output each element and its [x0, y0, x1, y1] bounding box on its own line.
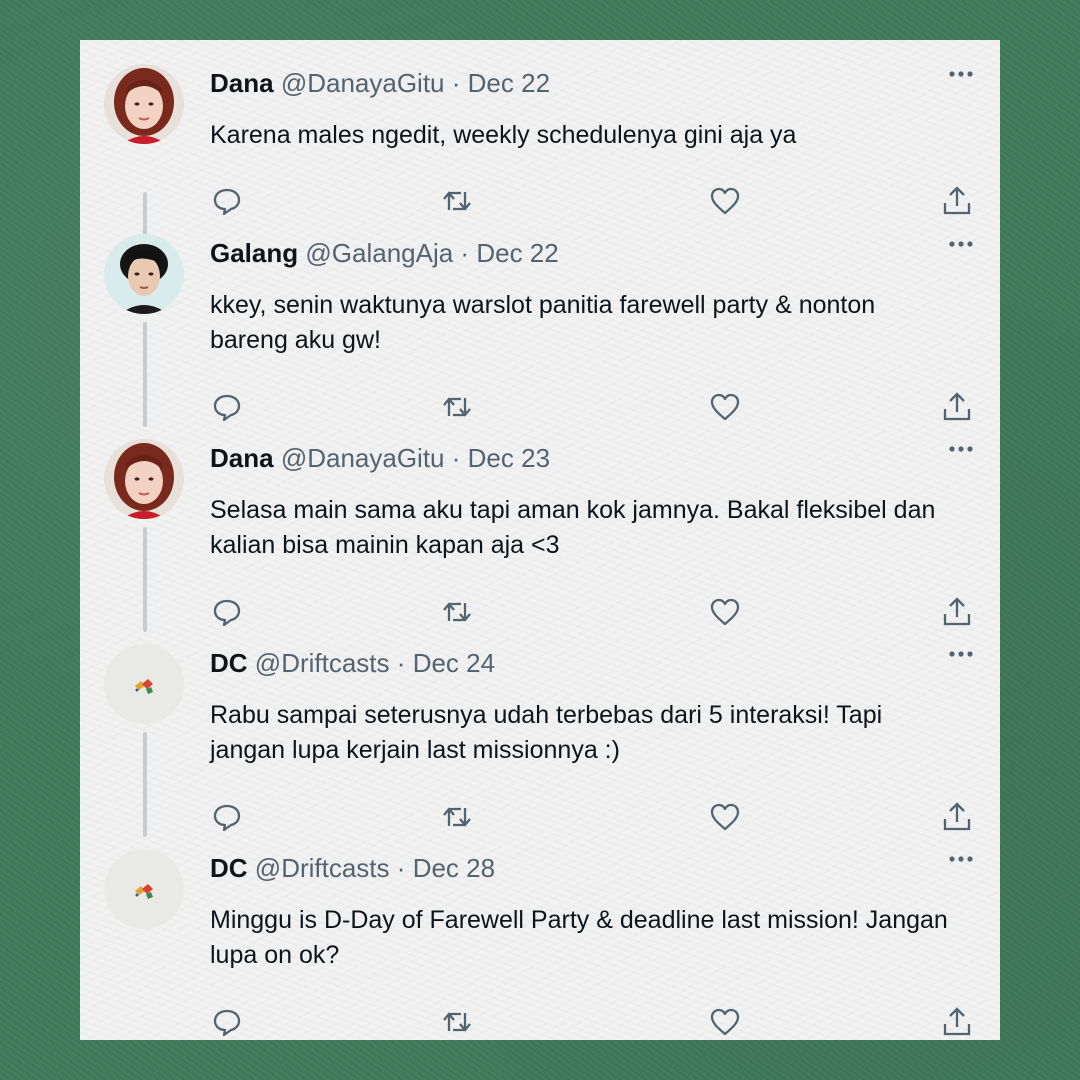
- display-name[interactable]: Galang: [210, 238, 298, 268]
- separator-dot: ·: [451, 443, 461, 473]
- more-icon[interactable]: [946, 849, 976, 869]
- display-name[interactable]: Dana: [210, 443, 274, 473]
- tweet-text: Minggu is D-Day of Farewell Party & dead…: [210, 906, 948, 969]
- tweet-header: DC @Driftcasts · Dec 24: [210, 648, 495, 678]
- separator-dot: ·: [396, 853, 406, 883]
- tweet[interactable]: Galang @GalangAja · Dec 22 kkey, senin w…: [80, 210, 1000, 422]
- tweet[interactable]: DC @Driftcasts · Dec 28 Minggu is D-Day …: [80, 825, 1000, 1037]
- separator-dot: ·: [396, 648, 406, 678]
- user-handle[interactable]: @DanayaGitu: [281, 443, 445, 473]
- thread-card: Dana @DanayaGitu · Dec 22 Karena males n…: [80, 40, 1000, 1040]
- tweet[interactable]: DC @Driftcasts · Dec 24 Rabu sampai sete…: [80, 620, 1000, 832]
- tweet-header: Dana @DanayaGitu · Dec 22: [210, 68, 550, 98]
- tweet-date[interactable]: Dec 22: [476, 238, 558, 268]
- tweet-text: Selasa main sama aku tapi aman kok jamny…: [210, 496, 936, 559]
- tweet-actions: [210, 1005, 971, 1039]
- user-handle[interactable]: @Driftcasts: [255, 853, 390, 883]
- separator-dot: ·: [460, 238, 470, 268]
- retweet-icon[interactable]: [440, 1005, 474, 1039]
- more-icon[interactable]: [946, 439, 976, 459]
- reply-icon[interactable]: [210, 1005, 244, 1039]
- share-icon[interactable]: [940, 1005, 974, 1039]
- more-icon[interactable]: [946, 64, 976, 84]
- tweet-date[interactable]: Dec 24: [413, 648, 495, 678]
- tweet-text: Karena males ngedit, weekly schedulenya …: [210, 121, 797, 149]
- tweet-text: Rabu sampai seterusnya udah terbebas dar…: [210, 701, 883, 764]
- display-name[interactable]: DC: [210, 853, 248, 883]
- tweet-header: Dana @DanayaGitu · Dec 23: [210, 443, 550, 473]
- display-name[interactable]: Dana: [210, 68, 274, 98]
- display-name[interactable]: DC: [210, 648, 248, 678]
- more-icon[interactable]: [946, 234, 976, 254]
- user-handle[interactable]: @GalangAja: [305, 238, 453, 268]
- tweet-date[interactable]: Dec 23: [468, 443, 550, 473]
- tweet-text: kkey, senin waktunya warslot panitia far…: [210, 291, 876, 354]
- tweet[interactable]: Dana @DanayaGitu · Dec 23 Selasa main sa…: [80, 415, 1000, 627]
- tweet-date[interactable]: Dec 22: [468, 68, 550, 98]
- separator-dot: ·: [451, 68, 461, 98]
- tweet-date[interactable]: Dec 28: [413, 853, 495, 883]
- tweet-header: Galang @GalangAja · Dec 22: [210, 238, 559, 268]
- user-handle[interactable]: @DanayaGitu: [281, 68, 445, 98]
- avatar-logo[interactable]: [104, 849, 184, 929]
- avatar-man[interactable]: [104, 234, 184, 314]
- avatar-woman[interactable]: [104, 64, 184, 144]
- avatar-logo[interactable]: [104, 644, 184, 724]
- user-handle[interactable]: @Driftcasts: [255, 648, 390, 678]
- like-icon[interactable]: [708, 1005, 742, 1039]
- avatar-woman[interactable]: [104, 439, 184, 519]
- more-icon[interactable]: [946, 644, 976, 664]
- tweet-header: DC @Driftcasts · Dec 28: [210, 853, 495, 883]
